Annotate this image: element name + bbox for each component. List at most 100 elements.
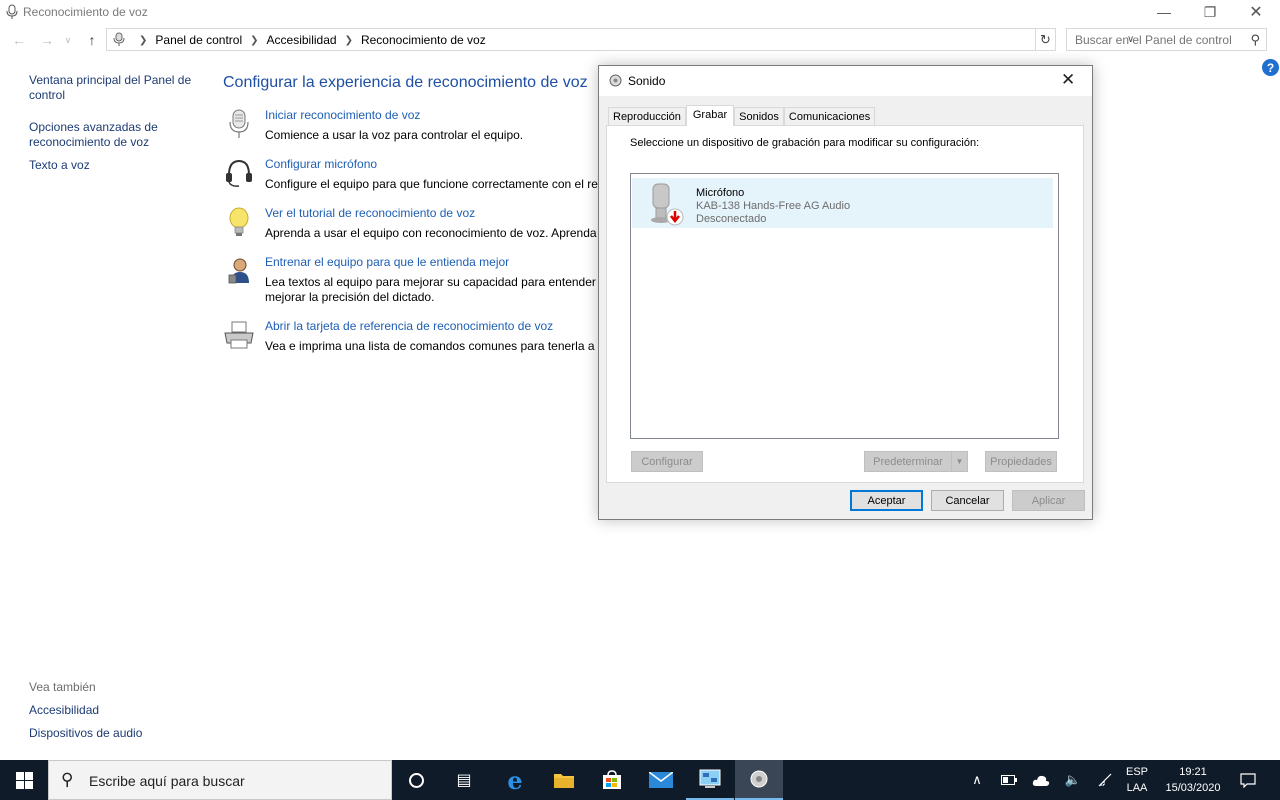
breadcrumb-accesibilidad[interactable]: Accesibilidad <box>267 33 337 47</box>
language-code: ESP <box>1125 766 1148 778</box>
set-default-dropdown[interactable]: ▼ <box>951 451 968 472</box>
taskbar-control-panel[interactable] <box>686 760 734 800</box>
chevron-down-icon: ▼ <box>955 457 964 466</box>
search-box[interactable]: ⚲ <box>1066 28 1267 51</box>
network-tray[interactable] <box>1094 760 1116 800</box>
breadcrumb: ❯ Panel de control ❯ Accesibilidad ❯ Rec… <box>131 33 486 47</box>
user-icon <box>228 258 249 284</box>
taskbar-sound-settings[interactable] <box>735 760 783 800</box>
task-link[interactable]: Entrenar el equipo para que le entienda … <box>265 255 509 269</box>
task-description-continued: mejorar la precisión del dictado. <box>265 290 435 304</box>
set-default-button[interactable]: Predeterminar <box>864 451 952 472</box>
microphone-icon <box>113 32 125 46</box>
back-button[interactable]: ← <box>10 31 28 49</box>
minimize-icon: — <box>1157 4 1171 20</box>
search-input[interactable] <box>1067 29 1242 50</box>
task-link[interactable]: Iniciar reconocimiento de voz <box>265 108 420 122</box>
taskbar-search[interactable]: ⚲ Escribe aquí para buscar <box>48 760 392 800</box>
up-button[interactable]: ↑ <box>83 31 101 49</box>
task-description: Vea e imprima una lista de comandos comu… <box>265 339 608 353</box>
taskbar-mail[interactable] <box>637 760 685 800</box>
ok-button[interactable]: Aceptar <box>850 490 923 511</box>
wifi-icon <box>1098 773 1112 787</box>
see-also-section: Vea también Accesibilidad Dispositivos d… <box>29 680 199 740</box>
recent-locations-button[interactable]: ∨ <box>62 31 74 49</box>
task-view-icon: ▤ <box>456 772 472 789</box>
cloud-icon <box>1032 775 1050 786</box>
chevron-right-icon[interactable]: ❯ <box>345 35 353 46</box>
nav-link-advanced-speech-options[interactable]: Opciones avanzadas de reconocimiento de … <box>29 120 199 150</box>
edge-icon: e <box>507 765 523 795</box>
dialog-tabs: Reproducción Grabar Sonidos Comunicacion… <box>608 105 876 126</box>
window-titlebar: Reconocimiento de voz — ❐ ✕ <box>0 0 1280 24</box>
properties-button[interactable]: Propiedades <box>985 451 1057 472</box>
breadcrumb-panel-de-control[interactable]: Panel de control <box>155 33 242 47</box>
address-bar[interactable]: ❯ Panel de control ❯ Accesibilidad ❯ Rec… <box>106 28 1134 51</box>
volume-tray[interactable]: 🔈 <box>1062 760 1084 800</box>
headset-icon <box>226 159 252 187</box>
task-description: Comience a usar la voz para controlar el… <box>265 128 524 142</box>
tab-communications[interactable]: Comunicaciones <box>783 107 876 126</box>
task-view-button[interactable]: ▤ <box>440 760 488 800</box>
configure-button[interactable]: Configurar <box>631 451 703 472</box>
apply-button[interactable]: Aplicar <box>1012 490 1085 511</box>
speaker-icon <box>609 74 622 87</box>
taskbar-search-placeholder: Escribe aquí para buscar <box>89 773 245 789</box>
nav-link-text-to-speech[interactable]: Texto a voz <box>29 158 199 173</box>
arrow-left-icon: ← <box>12 32 26 48</box>
start-button[interactable] <box>0 760 48 800</box>
close-icon[interactable]: ✕ <box>1061 70 1075 90</box>
list-item[interactable]: Micrófono KAB-138 Hands-Free AG Audio De… <box>632 178 1053 228</box>
restore-button[interactable]: ❐ <box>1187 0 1233 24</box>
control-panel-icon <box>699 769 721 788</box>
close-icon: ✕ <box>1249 4 1263 21</box>
tab-playback[interactable]: Reproducción <box>608 107 686 126</box>
speaker-icon <box>750 770 768 788</box>
window-title: Reconocimiento de voz <box>23 5 148 19</box>
close-button[interactable]: ✕ <box>1233 0 1279 24</box>
taskbar-file-explorer[interactable] <box>540 760 588 800</box>
chevron-right-icon[interactable]: ❯ <box>139 35 147 46</box>
task-description: Aprenda a usar el equipo con reconocimie… <box>265 226 597 240</box>
refresh-button[interactable]: ↻ <box>1036 28 1056 51</box>
see-also-link-accessibility[interactable]: Accesibilidad <box>29 703 199 717</box>
clock-time: 19:21 <box>1179 766 1207 778</box>
task-description: Lea textos al equipo para mejorar su cap… <box>265 275 612 289</box>
minimize-button[interactable]: — <box>1141 0 1187 24</box>
forward-button[interactable]: → <box>38 31 56 49</box>
task-link[interactable]: Abrir la tarjeta de referencia de recono… <box>265 319 553 333</box>
instruction-text: Seleccione un dispositivo de grabación p… <box>630 137 980 149</box>
device-name: Micrófono <box>696 187 745 199</box>
cancel-button[interactable]: Cancelar <box>931 490 1004 511</box>
taskbar-store[interactable] <box>588 760 636 800</box>
sound-dialog: Sonido ✕ Reproducción Grabar Sonidos Com… <box>598 65 1093 520</box>
microphone-icon <box>229 109 249 138</box>
see-also-link-audio-devices[interactable]: Dispositivos de audio <box>29 726 199 740</box>
keyboard-layout: LAA <box>1126 782 1148 794</box>
onedrive-tray[interactable] <box>1030 760 1052 800</box>
battery-tray[interactable] <box>998 760 1020 800</box>
cortana-button[interactable] <box>392 760 440 800</box>
language-indicator[interactable]: ESP LAA <box>1118 764 1156 796</box>
dialog-title: Sonido <box>628 74 666 88</box>
clock[interactable]: 19:21 15/03/2020 <box>1158 764 1228 796</box>
arrow-right-icon: → <box>40 32 54 48</box>
action-center-button[interactable] <box>1236 760 1260 800</box>
battery-icon <box>1001 775 1017 785</box>
help-icon[interactable]: ? <box>1262 59 1279 76</box>
search-icon[interactable]: ⚲ <box>1250 32 1260 48</box>
task-link[interactable]: Configurar micrófono <box>265 157 377 171</box>
show-hidden-icons-button[interactable]: ∧ <box>966 760 988 800</box>
lightbulb-icon <box>229 207 249 236</box>
nav-link-control-panel-home[interactable]: Ventana principal del Panel de control <box>29 73 199 103</box>
chevron-right-icon[interactable]: ❯ <box>250 35 258 46</box>
breadcrumb-reconocimiento-de-voz[interactable]: Reconocimiento de voz <box>361 33 486 47</box>
chevron-down-icon: ∨ <box>64 34 72 45</box>
store-bag-icon <box>603 770 621 789</box>
tab-sounds[interactable]: Sonidos <box>734 107 784 126</box>
tab-recording[interactable]: Grabar <box>685 105 735 126</box>
main-content: Configurar la experiencia de reconocimie… <box>223 74 612 353</box>
task-link[interactable]: Ver el tutorial de reconocimiento de voz <box>265 206 475 220</box>
device-list[interactable]: Micrófono KAB-138 Hands-Free AG Audio De… <box>630 173 1059 439</box>
taskbar-edge[interactable]: e <box>491 760 539 800</box>
